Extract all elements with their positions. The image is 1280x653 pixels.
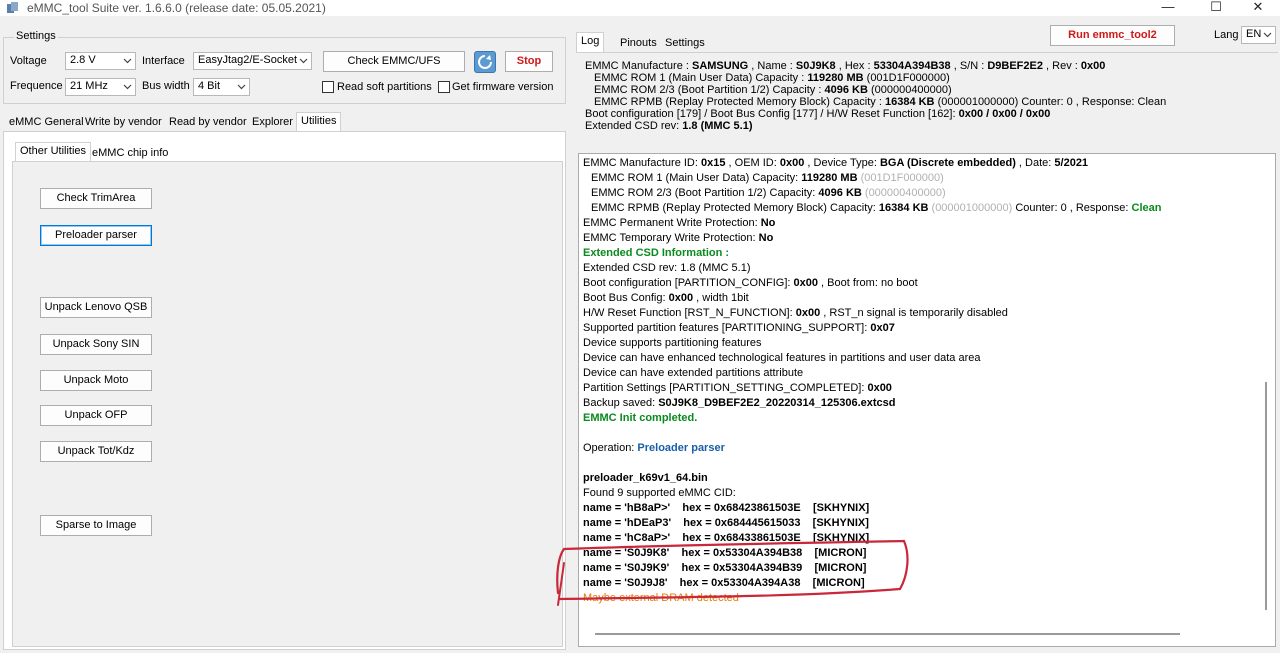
- refresh-button[interactable]: [474, 51, 496, 73]
- chevron-down-icon: [1263, 32, 1272, 38]
- chevron-down-icon: [237, 84, 246, 90]
- log-line: preloader_k69v1_64.bin: [583, 472, 708, 484]
- check-trimarea-button[interactable]: Check TrimArea: [40, 188, 152, 209]
- interface-select[interactable]: EasyJtag2/E-Socket: [193, 52, 312, 70]
- annotation-highlight-icon: [556, 539, 909, 606]
- tab-other-utilities[interactable]: Other Utilities: [15, 142, 92, 162]
- minimize-button[interactable]: —: [1146, 0, 1190, 16]
- log-line: Device can have extended partitions attr…: [583, 367, 804, 379]
- chevron-down-icon: [299, 58, 308, 64]
- summary-line-6: Extended CSD rev: 1.8 (MMC 5.1): [585, 120, 753, 132]
- log-line: H/W Reset Function [RST_N_FUNCTION]: 0x0…: [583, 307, 1008, 319]
- lang-label: Lang: [1214, 29, 1239, 41]
- tab-explorer[interactable]: Explorer: [248, 114, 297, 132]
- log-line: Device can have enhanced technological f…: [583, 352, 981, 364]
- get-firmware-version-label: Get firmware version: [452, 81, 554, 93]
- chevron-down-icon: [123, 84, 132, 90]
- log-line: Supported partition features [PARTITIONI…: [583, 322, 895, 334]
- read-soft-partitions-label: Read soft partitions: [337, 81, 432, 93]
- lang-value: EN: [1246, 28, 1262, 40]
- read-soft-partitions-checkbox[interactable]: [322, 81, 334, 93]
- unpack-tot-kdz-button[interactable]: Unpack Tot/Kdz: [40, 441, 152, 462]
- log-line: EMMC ROM 1 (Main User Data) Capacity: 11…: [591, 172, 944, 184]
- log-line: Boot configuration [PARTITION_CONFIG]: 0…: [583, 277, 918, 289]
- tab-utilities[interactable]: Utilities: [296, 112, 342, 132]
- log-line: Partition Settings [PARTITION_SETTING_CO…: [583, 382, 892, 394]
- cid-row: name = 'hB8aP>' hex = 0x68423861503E [SK…: [583, 502, 870, 514]
- voltage-label: Voltage: [10, 55, 47, 67]
- summary-line-5: Boot configuration [179] / Boot Bus Conf…: [585, 108, 1051, 120]
- log-line: EMMC Permanent Write Protection: No: [583, 217, 776, 229]
- voltage-select[interactable]: 2.8 V: [65, 52, 136, 70]
- summary-line-3: EMMC ROM 2/3 (Boot Partition 1/2) Capaci…: [594, 84, 952, 96]
- frequence-value: 21 MHz: [70, 80, 108, 92]
- log-line: Boot Bus Config: 0x00 , width 1bit: [583, 292, 749, 304]
- log-line: EMMC RPMB (Replay Protected Memory Block…: [591, 202, 1162, 214]
- cid-row: name = 'hDEaP3' hex = 0x684445615033 [SK…: [583, 517, 869, 529]
- maximize-button[interactable]: ☐: [1194, 0, 1238, 16]
- unpack-sony-sin-button[interactable]: Unpack Sony SIN: [40, 334, 152, 355]
- unpack-lenovo-qsb-button[interactable]: Unpack Lenovo QSB: [40, 297, 152, 318]
- summary-line-2: EMMC ROM 1 (Main User Data) Capacity : 1…: [594, 72, 950, 84]
- interface-label: Interface: [142, 55, 185, 67]
- frequence-select[interactable]: 21 MHz: [65, 78, 136, 96]
- summary-line-1: EMMC Manufacture : SAMSUNG , Name : S0J9…: [585, 60, 1106, 72]
- get-firmware-version-checkbox[interactable]: [438, 81, 450, 93]
- device-summary: EMMC Manufacture : SAMSUNG , Name : S0J9…: [576, 52, 1278, 152]
- interface-value: EasyJtag2/E-Socket: [198, 54, 298, 66]
- tab-settings[interactable]: Settings: [661, 35, 709, 53]
- tab-pinouts[interactable]: Pinouts: [616, 35, 661, 53]
- bus-width-value: 4 Bit: [198, 80, 221, 92]
- log-line: Extended CSD Information :: [583, 247, 730, 259]
- tab-read-by-vendor[interactable]: Read by vendor: [165, 114, 251, 132]
- sparse-to-image-button[interactable]: Sparse to Image: [40, 515, 152, 536]
- tab-emmc-general[interactable]: eMMC General: [5, 114, 88, 132]
- chevron-down-icon: [123, 58, 132, 64]
- frequence-label: Frequence: [10, 80, 63, 92]
- log-line: Found 9 supported eMMC CID:: [583, 487, 736, 499]
- run-emmc-tool2-button[interactable]: Run emmc_tool2: [1050, 25, 1175, 46]
- title-bar: eMMC_tool Suite ver. 1.6.6.0 (release da…: [0, 0, 1280, 16]
- close-button[interactable]: ✕: [1236, 0, 1280, 16]
- lang-select[interactable]: EN: [1241, 26, 1276, 44]
- app-icon: [7, 2, 18, 13]
- log-line: EMMC Temporary Write Protection: No: [583, 232, 774, 244]
- bus-width-select[interactable]: 4 Bit: [193, 78, 250, 96]
- log-line: Device supports partitioning features: [583, 337, 762, 349]
- unpack-moto-button[interactable]: Unpack Moto: [40, 370, 152, 391]
- log-vertical-scrollbar[interactable]: [1265, 382, 1267, 610]
- preloader-parser-button[interactable]: Preloader parser: [40, 225, 152, 246]
- log-line: Backup saved: S0J9K8_D9BEF2E2_20220314_1…: [583, 397, 896, 409]
- summary-line-4: EMMC RPMB (Replay Protected Memory Block…: [594, 96, 1167, 108]
- check-emmc-button[interactable]: Check EMMC/UFS: [323, 51, 465, 72]
- log-horizontal-scrollbar[interactable]: [595, 633, 1180, 635]
- log-line: EMMC ROM 2/3 (Boot Partition 1/2) Capaci…: [591, 187, 946, 199]
- settings-group-title: Settings: [14, 30, 58, 42]
- log-line: EMMC Init completed.: [583, 412, 698, 424]
- tab-log[interactable]: Log: [576, 32, 605, 53]
- bus-width-label: Bus width: [142, 80, 190, 92]
- stop-button[interactable]: Stop: [505, 51, 553, 72]
- tab-write-by-vendor[interactable]: Write by vendor: [81, 114, 166, 132]
- log-line: Operation: Preloader parser: [583, 442, 725, 454]
- refresh-icon: [478, 55, 492, 69]
- log-line: EMMC Manufacture ID: 0x15 , OEM ID: 0x00…: [583, 157, 1089, 169]
- unpack-ofp-button[interactable]: Unpack OFP: [40, 405, 152, 426]
- window-title: eMMC_tool Suite ver. 1.6.6.0 (release da…: [27, 1, 326, 15]
- voltage-value: 2.8 V: [70, 54, 96, 66]
- log-line: Extended CSD rev: 1.8 (MMC 5.1): [583, 262, 751, 274]
